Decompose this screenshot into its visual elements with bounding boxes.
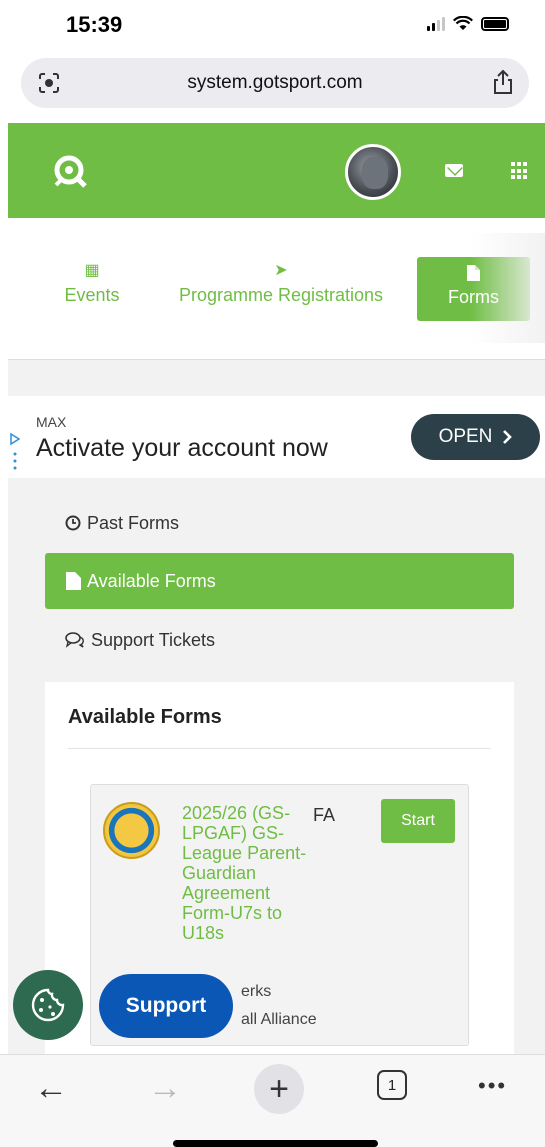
ad-open-label: OPEN	[438, 426, 493, 447]
home-indicator[interactable]	[173, 1140, 378, 1147]
menu-available-forms[interactable]: Available Forms	[45, 553, 514, 609]
main-tabs: ▦ Events ➤ Programme Registrations Forms	[8, 233, 545, 343]
tab-events-label: Events	[64, 285, 120, 305]
card-title: Available Forms	[68, 706, 222, 728]
divider	[68, 748, 491, 749]
form-meta-line1: erks	[241, 983, 272, 1000]
ad-headline[interactable]: Activate your account now	[36, 434, 328, 463]
new-tab-plus-icon[interactable]: +	[254, 1064, 304, 1114]
paper-plane-icon: ➤	[274, 262, 288, 279]
start-button[interactable]: Start	[381, 799, 455, 843]
address-bar[interactable]: system.gotsport.com	[21, 58, 529, 108]
menu-past-forms-label: Past Forms	[87, 512, 180, 533]
menu-past-forms[interactable]: Past Forms	[45, 495, 514, 551]
clock-icon	[65, 515, 81, 531]
signal-icon	[427, 16, 445, 31]
cookie-settings-button[interactable]	[13, 970, 83, 1040]
calendar-icon: ▦	[84, 262, 100, 279]
tabs-scroll-fade	[470, 233, 545, 343]
tab-programme-registrations[interactable]: ➤ Programme Registrations	[168, 263, 394, 306]
apps-grid-icon[interactable]	[511, 162, 529, 180]
avatar[interactable]	[345, 144, 401, 200]
url-text[interactable]: system.gotsport.com	[21, 72, 529, 94]
menu-support-tickets-label: Support Tickets	[91, 629, 216, 650]
chevron-right-icon	[503, 430, 513, 444]
ad-sponsor: MAX	[36, 414, 67, 430]
back-arrow-icon[interactable]: ←	[34, 1069, 68, 1108]
tab-programme-registrations-label: Programme Registrations	[178, 285, 384, 305]
adchoices-icon[interactable]	[10, 432, 20, 472]
gotsport-logo-icon[interactable]	[50, 151, 90, 191]
status-time: 15:39	[66, 12, 123, 37]
battery-icon	[481, 16, 509, 31]
ad-banner[interactable]: MAX Activate your account now OPEN	[8, 396, 545, 478]
browser-toolbar: ← → + 1 •••	[0, 1054, 545, 1147]
form-org: FA	[313, 805, 336, 825]
app-header	[8, 123, 545, 218]
forward-arrow-icon[interactable]: →	[148, 1069, 182, 1108]
status-icons	[427, 16, 509, 31]
tab-events[interactable]: ▦ Events	[52, 263, 132, 306]
cookie-icon	[31, 988, 65, 1022]
file-icon	[66, 572, 81, 590]
tabs-count-button[interactable]: 1	[377, 1070, 407, 1100]
support-button[interactable]: Support	[99, 974, 233, 1038]
ad-open-button[interactable]: OPEN	[411, 414, 540, 460]
league-crest-logo	[103, 802, 160, 859]
wifi-icon	[453, 16, 473, 30]
more-options-icon[interactable]: •••	[478, 1073, 507, 1099]
menu-available-forms-label: Available Forms	[87, 570, 216, 591]
menu-support-tickets[interactable]: Support Tickets	[45, 612, 514, 668]
form-meta-line2: all Alliance	[241, 1011, 317, 1028]
mail-icon[interactable]	[445, 164, 463, 177]
comments-icon	[65, 632, 84, 648]
form-title-link[interactable]: 2025/26 (GS-LPGAF) GS-League Parent-Guar…	[182, 803, 312, 943]
share-icon[interactable]	[491, 69, 515, 95]
